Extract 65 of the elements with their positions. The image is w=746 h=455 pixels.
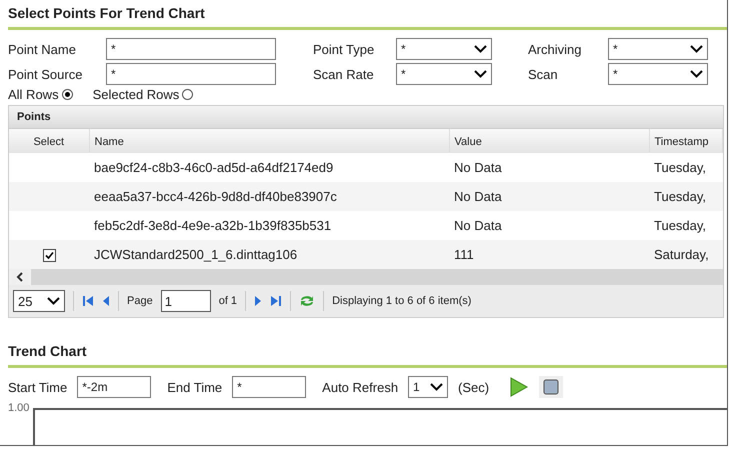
- stop-icon: [543, 379, 560, 395]
- table-cell: Tuesday,: [649, 153, 722, 182]
- table-cell: bae9cf24-c8b3-46c0-ad5d-a64df2174ed9: [89, 153, 449, 182]
- field-label: Auto Refresh: [322, 380, 398, 394]
- filter-input[interactable]: *: [106, 63, 276, 85]
- section-title: Select Points For Trend Chart: [8, 4, 206, 23]
- caret-icon: [430, 383, 444, 391]
- caret-icon: [474, 70, 487, 78]
- table-cell: No Data: [449, 211, 649, 240]
- radio-button[interactable]: [182, 89, 194, 100]
- column-header[interactable]: Timestamp: [649, 129, 722, 153]
- pager-status: Displaying 1 to 6 of 6 item(s): [332, 295, 472, 307]
- row-checkbox[interactable]: [42, 249, 56, 262]
- table-cell: No Data: [449, 182, 649, 211]
- field-label: Archiving: [528, 42, 582, 56]
- start-time-input[interactable]: *-2m: [77, 376, 152, 398]
- table-cell: No Data: [449, 153, 649, 182]
- column-header[interactable]: Select: [9, 129, 89, 153]
- last-page-icon[interactable]: [270, 295, 282, 307]
- table-cell: 111: [449, 240, 649, 269]
- filter-input[interactable]: *: [106, 38, 276, 60]
- previous-page-icon[interactable]: [102, 295, 110, 307]
- next-page-icon[interactable]: [254, 295, 262, 307]
- filter-dropdown[interactable]: *: [396, 63, 492, 85]
- radio-label: All Rows: [8, 87, 59, 102]
- refresh-dropdown[interactable]: 1: [408, 376, 448, 398]
- table-cell: JCWStandard2500_1_6.dinttag106: [89, 240, 449, 269]
- field-label: Point Name: [8, 42, 77, 56]
- caret-icon: [690, 70, 703, 78]
- radio-button[interactable]: [62, 89, 73, 100]
- scroll-left-icon[interactable]: [16, 272, 24, 282]
- end-time-input[interactable]: *: [232, 376, 306, 398]
- field-label: Scan Rate: [313, 66, 375, 82]
- stop-button[interactable]: [539, 376, 564, 398]
- unit-label: (Sec): [458, 380, 490, 394]
- field-label: End Time: [167, 380, 222, 394]
- filter-dropdown[interactable]: *: [608, 63, 708, 85]
- page-label: Page: [127, 295, 153, 307]
- radio-label: Selected Rows: [92, 87, 180, 102]
- table-cell: Tuesday,: [649, 211, 722, 240]
- page-input[interactable]: 1: [160, 290, 211, 312]
- filter-dropdown[interactable]: *: [396, 38, 492, 60]
- page-count: of 1: [218, 295, 238, 307]
- caret-icon: [474, 45, 487, 53]
- field-label: Point Source: [8, 66, 84, 82]
- table-cell: feb5c2df-3e8d-4e9e-a32b-1b39f835b531: [89, 211, 449, 240]
- axis-tick-label: 1.00: [8, 402, 30, 416]
- table-cell: Tuesday,: [649, 182, 722, 211]
- section-title: Trend Chart: [8, 342, 88, 361]
- first-page-icon[interactable]: [82, 295, 94, 307]
- play-icon[interactable]: [509, 376, 530, 398]
- caret-icon: [690, 45, 703, 53]
- caret-icon: [47, 297, 60, 305]
- filter-dropdown[interactable]: *: [608, 38, 708, 60]
- column-header[interactable]: Name: [89, 129, 449, 153]
- table-cell: Saturday,: [649, 240, 722, 269]
- field-label: Scan: [528, 66, 559, 82]
- page-size-dropdown[interactable]: 25: [13, 290, 65, 312]
- table-cell: eeaa5a37-bcc4-426b-9d8d-df40be83907c: [89, 182, 449, 211]
- grid-title: Points: [9, 106, 723, 129]
- field-label: Point Type: [313, 42, 376, 56]
- horizontal-scrollbar[interactable]: [9, 269, 723, 285]
- refresh-icon[interactable]: [299, 294, 316, 308]
- column-header[interactable]: Value: [449, 129, 649, 153]
- field-label: Start Time: [8, 380, 68, 394]
